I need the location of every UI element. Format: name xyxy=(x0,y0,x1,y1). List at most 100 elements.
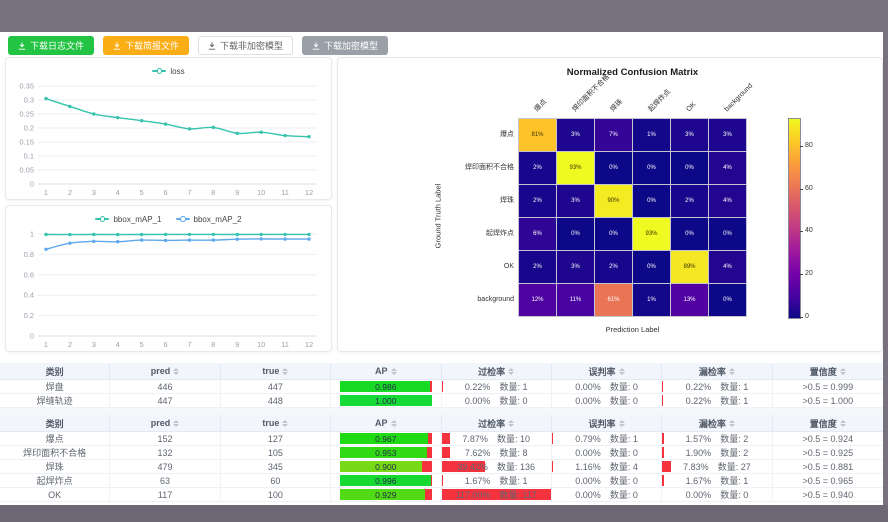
class-name-cell: 焊缝轨迹 xyxy=(0,394,110,407)
legend-label: bbox_mAP_1 xyxy=(113,215,161,224)
rate-count: 数量: 0 xyxy=(499,394,527,407)
column-header[interactable]: 过检率 xyxy=(442,415,552,431)
column-header[interactable]: 类别 xyxy=(0,363,110,379)
sort-icon[interactable] xyxy=(173,368,179,375)
column-header-label: 置信度 xyxy=(810,417,837,430)
table-row: OK1171000.929117.00%数量: 1170.00%数量: 00.0… xyxy=(0,488,883,502)
legend-marker-dot xyxy=(180,216,186,222)
column-header[interactable]: 误判率 xyxy=(552,415,662,431)
rate-count: 数量: 0 xyxy=(610,474,638,487)
sort-icon[interactable] xyxy=(508,368,514,375)
sort-ascending-icon xyxy=(729,368,735,371)
download-button-2[interactable]: 下载简报文件 xyxy=(103,36,189,55)
column-header[interactable]: pred xyxy=(110,363,220,379)
column-header[interactable]: 漏检率 xyxy=(662,363,772,379)
class-name-cell: 焊盘 xyxy=(0,380,110,393)
column-header[interactable]: 置信度 xyxy=(773,363,883,379)
rate-count: 数量: 117 xyxy=(499,488,536,501)
pred-cell: 63 xyxy=(110,474,220,487)
matrix-cell: 2% xyxy=(519,152,556,184)
svg-text:4: 4 xyxy=(116,340,120,349)
column-header[interactable]: true xyxy=(221,363,331,379)
sort-icon[interactable] xyxy=(840,420,846,427)
sort-icon[interactable] xyxy=(173,420,179,427)
download-button-4[interactable]: 下载加密模型 xyxy=(302,36,388,55)
rate-percent: 0.00% xyxy=(575,382,601,392)
legend-item[interactable]: bbox_mAP_2 xyxy=(176,215,242,224)
colorbar-tick-label: 40 xyxy=(805,227,813,234)
rate-cell: 7.62%数量: 8 xyxy=(442,446,552,459)
rate-count: 数量: 2 xyxy=(720,446,748,459)
sort-icon[interactable] xyxy=(282,420,288,427)
legend-marker-dot xyxy=(100,216,106,222)
svg-text:0.1: 0.1 xyxy=(24,152,34,161)
sort-icon[interactable] xyxy=(729,420,735,427)
table-row: 起焊炸点63600.9961.67%数量: 10.00%数量: 01.67%数量… xyxy=(0,474,883,488)
ap-cell: 0.986 xyxy=(331,380,441,393)
download-button-1[interactable]: 下载日志文件 xyxy=(8,36,94,55)
rate-count: 数量: 1 xyxy=(720,380,748,393)
matrix-cell: 0% xyxy=(709,218,746,250)
rate-percent: 0.00% xyxy=(575,476,601,486)
column-header[interactable]: 过检率 xyxy=(442,363,552,379)
svg-text:0.4: 0.4 xyxy=(24,291,34,300)
svg-text:10: 10 xyxy=(257,188,265,197)
sort-icon[interactable] xyxy=(840,368,846,375)
svg-text:0.2: 0.2 xyxy=(24,311,34,320)
legend-label: bbox_mAP_2 xyxy=(194,215,242,224)
column-header[interactable]: 置信度 xyxy=(773,415,883,431)
sort-icon[interactable] xyxy=(282,368,288,375)
matrix-column-label: 起焊炸点 xyxy=(647,89,672,114)
rate-count: 数量: 1 xyxy=(610,432,638,445)
pred-cell: 117 xyxy=(110,488,220,501)
ap-value: 0.953 xyxy=(340,447,431,458)
sort-icon[interactable] xyxy=(508,420,514,427)
true-cell: 447 xyxy=(221,380,331,393)
matrix-cell: 0% xyxy=(709,284,746,316)
svg-text:11: 11 xyxy=(281,340,289,349)
legend-item[interactable]: loss xyxy=(152,67,184,76)
loss-chart-card: loss 00.050.10.150.20.250.30.35123456789… xyxy=(5,57,332,200)
confidence-cell: >0.5 = 0.924 xyxy=(773,432,883,445)
svg-text:0.35: 0.35 xyxy=(19,82,34,91)
column-header[interactable]: 误判率 xyxy=(552,363,662,379)
sort-ascending-icon xyxy=(282,420,288,423)
matrix-cell: 1% xyxy=(633,119,670,151)
column-header[interactable]: 漏检率 xyxy=(662,415,772,431)
sort-icon[interactable] xyxy=(729,368,735,375)
legend-marker xyxy=(95,218,109,220)
ap-value: 0.900 xyxy=(340,461,431,472)
rate-percent: 117.00% xyxy=(456,490,491,500)
table-row: 焊珠4793450.90039.42%数量: 1361.16%数量: 47.83… xyxy=(0,460,883,474)
rate-text: 0.00%数量: 0 xyxy=(686,488,749,501)
matrix-cell: 6% xyxy=(519,218,556,250)
rate-percent: 0.22% xyxy=(686,396,712,406)
true-cell: 345 xyxy=(221,460,331,473)
sort-descending-icon xyxy=(840,372,846,375)
rate-text: 0.22%数量: 1 xyxy=(686,380,749,393)
ap-cell: 0.929 xyxy=(331,488,441,501)
column-header[interactable]: true xyxy=(221,415,331,431)
column-header[interactable]: AP xyxy=(331,363,441,379)
column-header[interactable]: 类别 xyxy=(0,415,110,431)
rate-count: 数量: 27 xyxy=(718,460,751,473)
legend-marker xyxy=(176,218,190,220)
column-header-label: 过检率 xyxy=(478,365,505,378)
column-header[interactable]: pred xyxy=(110,415,220,431)
rate-percent: 7.83% xyxy=(683,462,709,472)
sort-icon[interactable] xyxy=(619,368,625,375)
colorbar-tick-mark xyxy=(800,189,803,190)
matrix-cell: 11% xyxy=(557,284,594,316)
colorbar-tick-mark xyxy=(800,231,803,232)
sort-icon[interactable] xyxy=(391,420,397,427)
rate-percent: 0.00% xyxy=(575,490,601,500)
sort-icon[interactable] xyxy=(391,368,397,375)
legend-item[interactable]: bbox_mAP_1 xyxy=(95,215,161,224)
rate-bar xyxy=(662,461,671,472)
sort-icon[interactable] xyxy=(619,420,625,427)
ap-value: 0.967 xyxy=(340,433,431,444)
matrix-cell: 4% xyxy=(709,251,746,283)
download-button-3[interactable]: 下载非加密模型 xyxy=(198,36,293,55)
detail-table: 类别predtrueAP过检率误判率漏检率置信度爆点1521270.9677.8… xyxy=(0,415,883,502)
column-header[interactable]: AP xyxy=(331,415,441,431)
